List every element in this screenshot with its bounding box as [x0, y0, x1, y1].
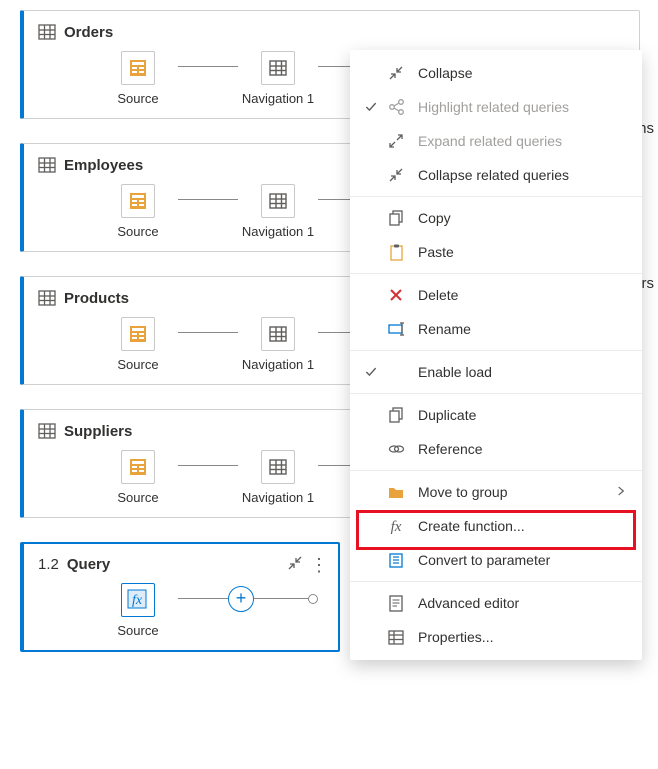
- step-source[interactable]: Source: [98, 583, 178, 638]
- card-title: Employees: [64, 157, 143, 174]
- menu-properties[interactable]: Properties...: [350, 620, 642, 654]
- card-title: Orders: [64, 24, 113, 41]
- step-navigation[interactable]: Navigation 1: [238, 51, 318, 106]
- end-node: [308, 594, 318, 604]
- datasource-icon: [128, 58, 148, 78]
- step-navigation[interactable]: Navigation 1: [238, 184, 318, 239]
- rename-icon: [386, 320, 406, 338]
- step-source[interactable]: Source: [98, 450, 178, 505]
- folder-icon: [386, 483, 406, 501]
- menu-separator: [350, 581, 642, 582]
- duplicate-icon: [386, 406, 406, 424]
- delete-icon: [386, 286, 406, 304]
- chevron-right-icon: [614, 484, 628, 501]
- expand-icon: [386, 132, 406, 150]
- step-navigation[interactable]: Navigation 1: [238, 317, 318, 372]
- menu-reference[interactable]: Reference: [350, 432, 642, 466]
- menu-separator: [350, 196, 642, 197]
- connector: [178, 66, 238, 67]
- menu-duplicate[interactable]: Duplicate: [350, 398, 642, 432]
- menu-collapse-related[interactable]: Collapse related queries: [350, 158, 642, 192]
- menu-paste[interactable]: Paste: [350, 235, 642, 269]
- properties-icon: [386, 628, 406, 646]
- step-source[interactable]: Source: [98, 51, 178, 106]
- menu-convert-to-parameter[interactable]: Convert to parameter: [350, 543, 642, 577]
- collapse-icon: [386, 166, 406, 184]
- editor-icon: [386, 594, 406, 612]
- menu-highlight-related[interactable]: Highlight related queries: [350, 90, 642, 124]
- table-icon: [268, 58, 288, 78]
- share-icon: [386, 98, 406, 116]
- card-prefix: 1.2: [38, 556, 59, 573]
- menu-move-to-group[interactable]: Move to group: [350, 475, 642, 509]
- menu-copy[interactable]: Copy: [350, 201, 642, 235]
- menu-collapse[interactable]: Collapse: [350, 56, 642, 90]
- menu-enable-load[interactable]: Enable load: [350, 355, 642, 389]
- fx-icon: [386, 517, 406, 535]
- table-icon: [38, 289, 56, 307]
- step-navigation[interactable]: Navigation 1: [238, 450, 318, 505]
- table-icon: [38, 156, 56, 174]
- menu-delete[interactable]: Delete: [350, 278, 642, 312]
- menu-separator: [350, 350, 642, 351]
- check-icon: [364, 100, 378, 114]
- check-icon: [364, 365, 378, 379]
- collapse-icon: [386, 64, 406, 82]
- parameter-icon: [386, 551, 406, 569]
- menu-separator: [350, 273, 642, 274]
- reference-icon: [386, 440, 406, 458]
- menu-expand-related[interactable]: Expand related queries: [350, 124, 642, 158]
- table-icon: [38, 422, 56, 440]
- menu-create-function[interactable]: Create function...: [350, 509, 642, 543]
- step-source[interactable]: Source: [98, 184, 178, 239]
- step-source[interactable]: Source: [98, 317, 178, 372]
- menu-separator: [350, 393, 642, 394]
- query-card-query[interactable]: 1.2 Query ⋮ Source +: [20, 542, 340, 652]
- table-icon: [38, 23, 56, 41]
- fx-icon: [127, 589, 149, 611]
- menu-separator: [350, 470, 642, 471]
- card-title: Suppliers: [64, 423, 132, 440]
- add-step-button[interactable]: +: [228, 586, 254, 612]
- card-title: Query: [67, 556, 110, 573]
- copy-icon: [386, 209, 406, 227]
- collapse-card-icon[interactable]: [286, 554, 304, 575]
- peek-text: rs: [642, 275, 655, 292]
- menu-advanced-editor[interactable]: Advanced editor: [350, 586, 642, 620]
- paste-icon: [386, 243, 406, 261]
- more-options-icon[interactable]: ⋮: [310, 556, 328, 574]
- context-menu: Collapse Highlight related queries Expan…: [350, 50, 642, 660]
- menu-rename[interactable]: Rename: [350, 312, 642, 346]
- card-title: Products: [64, 290, 129, 307]
